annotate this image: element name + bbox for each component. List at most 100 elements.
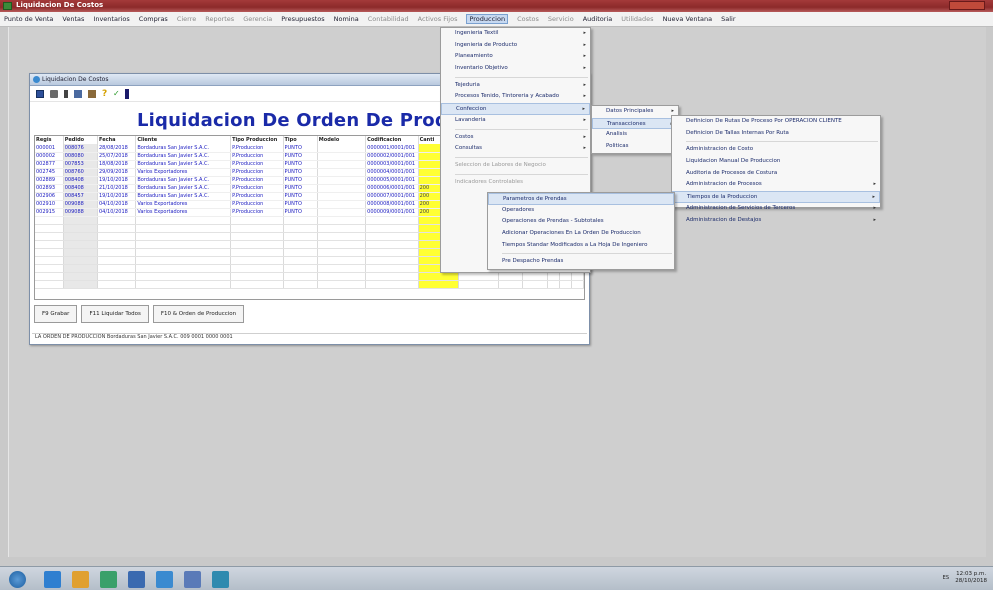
table-cell[interactable]: 008457 bbox=[63, 192, 99, 201]
table-cell[interactable]: PUNTO bbox=[283, 192, 318, 201]
table-cell[interactable]: 002889 bbox=[35, 176, 64, 185]
table-cell[interactable]: 002906 bbox=[35, 192, 64, 201]
save-icon[interactable] bbox=[36, 89, 44, 98]
table-cell[interactable]: 008760 bbox=[63, 168, 99, 177]
help-icon[interactable]: ? bbox=[102, 89, 107, 98]
table-cell[interactable] bbox=[97, 256, 137, 265]
table-cell[interactable]: P.Produccion bbox=[230, 152, 284, 161]
table-cell[interactable] bbox=[317, 224, 367, 233]
table-cell[interactable]: P.Produccion bbox=[230, 184, 284, 193]
table-cell[interactable]: 002877 bbox=[35, 160, 64, 169]
table-cell[interactable] bbox=[365, 256, 419, 265]
table-cell[interactable]: PUNTO bbox=[283, 144, 318, 153]
liquidate-all-button[interactable]: F11 Liquidar Todos bbox=[81, 305, 149, 323]
table-cell[interactable]: PUNTO bbox=[283, 208, 318, 217]
table-cell[interactable] bbox=[230, 224, 284, 233]
table-row[interactable] bbox=[35, 280, 584, 289]
table-cell[interactable] bbox=[63, 232, 99, 241]
table-cell[interactable] bbox=[283, 248, 318, 257]
menu-item-politicas[interactable]: Politicas▸ bbox=[592, 141, 678, 153]
table-cell[interactable] bbox=[135, 224, 232, 233]
table-cell[interactable]: 002915 bbox=[35, 208, 64, 217]
table-cell[interactable] bbox=[63, 272, 99, 281]
table-cell[interactable] bbox=[365, 280, 419, 289]
table-cell[interactable]: 0000009/0001/001 bbox=[365, 208, 419, 217]
table-cell[interactable] bbox=[317, 168, 367, 177]
table-cell[interactable]: 29/09/2018 bbox=[97, 168, 137, 177]
table-cell[interactable] bbox=[317, 240, 367, 249]
menu-item-administracion-de-procesos[interactable]: Administracion de Procesos ▸ bbox=[672, 179, 880, 191]
table-cell[interactable] bbox=[317, 256, 367, 265]
table-cell[interactable] bbox=[283, 224, 318, 233]
table-cell[interactable] bbox=[317, 216, 367, 225]
table-cell[interactable]: 009088 bbox=[63, 208, 99, 217]
table-cell[interactable] bbox=[317, 280, 367, 289]
table-cell[interactable] bbox=[63, 240, 99, 249]
table-cell[interactable]: 002893 bbox=[35, 184, 64, 193]
app-icon-taskbar[interactable] bbox=[100, 571, 117, 588]
table-cell[interactable]: 0000006/0001/001 bbox=[365, 184, 419, 193]
production-order-button[interactable]: F10 & Orden de Produccion bbox=[152, 305, 245, 323]
table-cell[interactable]: 0000008/0001/001 bbox=[365, 200, 419, 209]
menu-item-tiempos-standar-modificados-a-la-hoja-de-ingeniero[interactable]: Tiempos Standar Modificados a La Hoja De… bbox=[488, 240, 674, 252]
table-cell[interactable] bbox=[317, 152, 367, 161]
table-cell[interactable] bbox=[283, 240, 318, 249]
menu-item-parametros-de-prendas[interactable]: Parametros de Prendas bbox=[488, 193, 674, 205]
paste-icon[interactable] bbox=[88, 89, 96, 98]
table-cell[interactable]: 000001 bbox=[35, 144, 64, 153]
table-cell[interactable]: P.Produccion bbox=[230, 160, 284, 169]
table-cell[interactable] bbox=[522, 280, 548, 289]
table-cell[interactable]: 008408 bbox=[63, 184, 99, 193]
table-cell[interactable]: 19/10/2018 bbox=[97, 192, 137, 201]
table-cell[interactable] bbox=[63, 216, 99, 225]
table-cell[interactable]: 19/10/2018 bbox=[97, 176, 137, 185]
table-cell[interactable] bbox=[317, 232, 367, 241]
menu-item-operadores[interactable]: Operadores bbox=[488, 205, 674, 217]
menu-salir[interactable]: Salir bbox=[721, 15, 735, 23]
ie-icon[interactable] bbox=[44, 571, 61, 588]
menu-item-costos[interactable]: Costos ▸ bbox=[441, 132, 590, 144]
menu-costos[interactable]: Costos bbox=[517, 15, 539, 23]
menu-item-auditoria-de-procesos-de-costura[interactable]: Auditoria de Procesos de Costura bbox=[672, 168, 880, 180]
table-cell[interactable] bbox=[283, 216, 318, 225]
table-cell[interactable] bbox=[97, 232, 137, 241]
menu-produccion[interactable]: Produccion bbox=[466, 14, 509, 24]
menu-cierre[interactable]: Cierre bbox=[177, 15, 196, 23]
table-cell[interactable] bbox=[135, 216, 232, 225]
table-cell[interactable]: 18/08/2018 bbox=[97, 160, 137, 169]
menu-contabilidad[interactable]: Contabilidad bbox=[368, 15, 409, 23]
table-cell[interactable] bbox=[135, 264, 232, 273]
menu-item-ingenieria-textil[interactable]: Ingenieria Textil ▸ bbox=[441, 28, 590, 40]
table-cell[interactable]: PUNTO bbox=[283, 176, 318, 185]
table-cell[interactable]: 008080 bbox=[63, 152, 99, 161]
menu-item-datos-principales[interactable]: Datos Principales ▸ bbox=[592, 106, 678, 118]
table-cell[interactable] bbox=[230, 240, 284, 249]
table-cell[interactable]: 000002 bbox=[35, 152, 64, 161]
menu-item-ingenieria-de-producto[interactable]: Ingenieria de Producto ▸ bbox=[441, 40, 590, 52]
column-header[interactable]: Fecha bbox=[97, 136, 137, 144]
table-cell[interactable] bbox=[63, 256, 99, 265]
table-cell[interactable] bbox=[317, 192, 367, 201]
menu-activos-fijos[interactable]: Activos Fijos bbox=[418, 15, 458, 23]
table-cell[interactable] bbox=[135, 280, 232, 289]
column-header[interactable]: Cliente bbox=[135, 136, 232, 144]
table-cell[interactable]: 0000004/0001/001 bbox=[365, 168, 419, 177]
table-cell[interactable]: Bordaduras San Javier S.A.C. bbox=[135, 184, 232, 193]
table-cell[interactable] bbox=[97, 224, 137, 233]
table-cell[interactable] bbox=[283, 256, 318, 265]
table-cell[interactable]: Bordaduras San Javier S.A.C. bbox=[135, 152, 232, 161]
table-cell[interactable] bbox=[35, 224, 64, 233]
menu-ventas[interactable]: Ventas bbox=[62, 15, 84, 23]
table-cell[interactable] bbox=[317, 160, 367, 169]
table-cell[interactable] bbox=[547, 272, 560, 281]
table-row[interactable] bbox=[35, 272, 584, 281]
table-cell[interactable]: P.Produccion bbox=[230, 208, 284, 217]
column-header[interactable]: Codificacion bbox=[365, 136, 419, 144]
table-cell[interactable]: Bordaduras San Javier S.A.C. bbox=[135, 192, 232, 201]
menu-punto-de-venta[interactable]: Punto de Venta bbox=[4, 15, 53, 23]
column-header[interactable]: Modelo bbox=[317, 136, 367, 144]
table-cell[interactable] bbox=[317, 144, 367, 153]
table-cell[interactable] bbox=[418, 272, 459, 281]
table-cell[interactable] bbox=[230, 264, 284, 273]
table-cell[interactable] bbox=[498, 272, 524, 281]
